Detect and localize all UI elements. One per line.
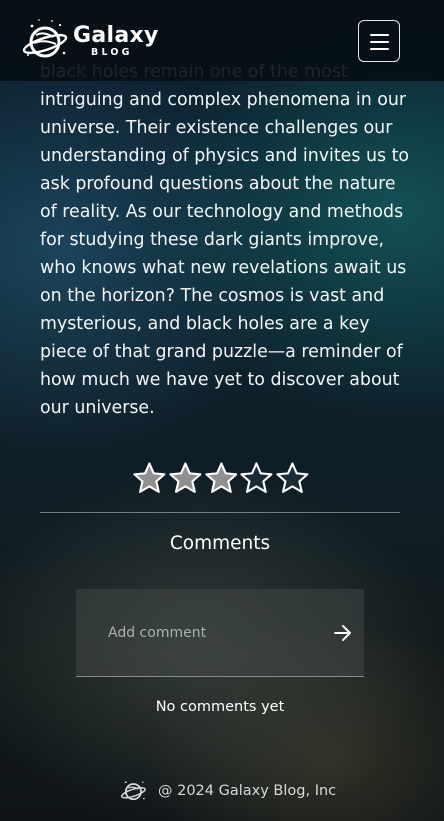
hamburger-menu-icon: [370, 34, 389, 36]
star-filled-icon[interactable]: [169, 461, 202, 495]
no-comments-message: No comments yet: [155, 699, 285, 715]
planet-logo-icon: [120, 781, 146, 801]
site-logo[interactable]: Galaxy BLOG: [22, 17, 162, 63]
section-divider: [40, 512, 400, 513]
hamburger-menu-icon: [370, 41, 389, 43]
hamburger-menu-icon: [370, 48, 389, 50]
logo-title: Galaxy: [73, 23, 159, 48]
star-filled-icon[interactable]: [204, 461, 238, 495]
site-footer: @ 2024 Galaxy Blog, Inc: [120, 776, 336, 806]
arrow-right-icon: [334, 624, 351, 641]
footer-copyright: @ 2024 Galaxy Blog, Inc: [158, 783, 337, 799]
comment-input[interactable]: [76, 589, 326, 677]
planet-logo-icon: [22, 19, 68, 58]
star-empty-icon[interactable]: [276, 461, 309, 495]
star-rating[interactable]: [133, 461, 309, 497]
send-comment-button[interactable]: [330, 621, 356, 647]
logo-subtitle: BLOG: [91, 47, 133, 58]
star-empty-icon[interactable]: [240, 461, 273, 495]
article-body-text: black holes remain one of the most intri…: [40, 62, 410, 418]
comments-heading: Comments: [169, 533, 271, 554]
star-filled-icon[interactable]: [133, 461, 166, 495]
menu-toggle-button[interactable]: [358, 20, 400, 62]
top-navbar: Galaxy BLOG: [0, 0, 444, 81]
comment-form: [76, 589, 364, 677]
